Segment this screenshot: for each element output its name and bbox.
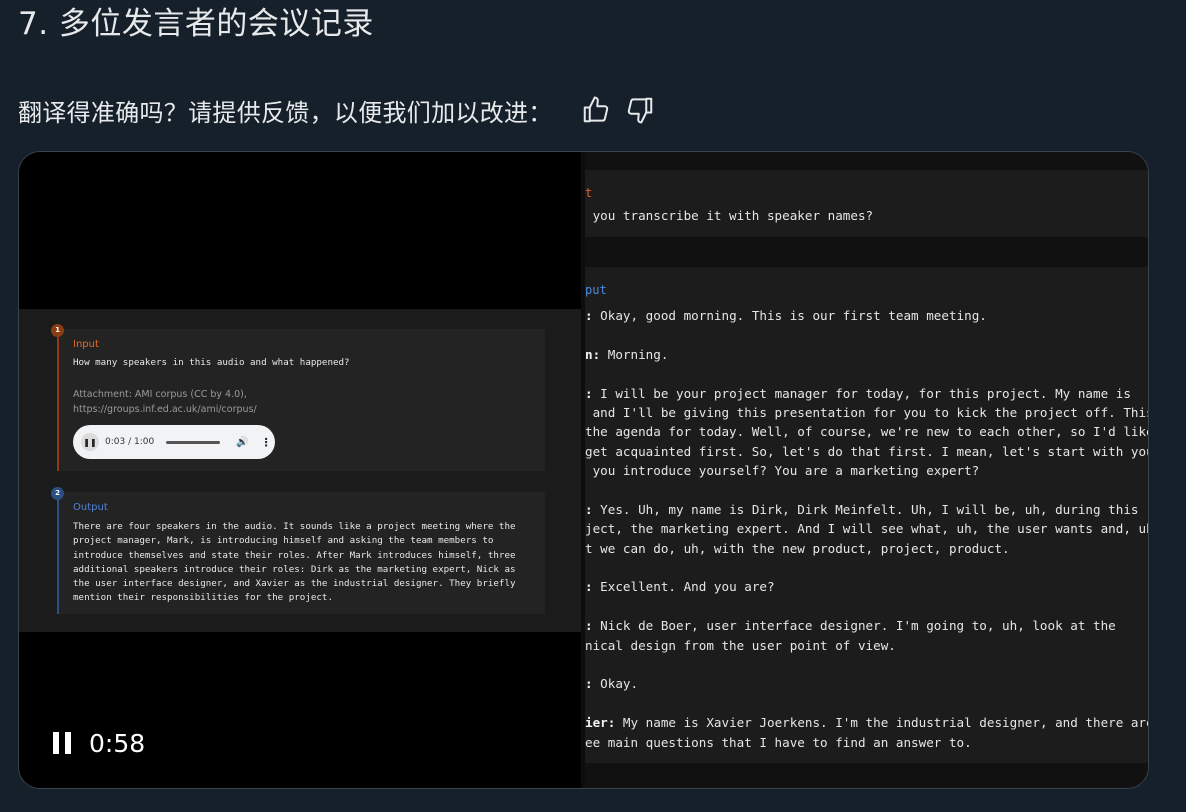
transcript-line: : Excellent. And you are? <box>585 577 1148 596</box>
transcript-output-label: put <box>585 283 607 297</box>
video-right-pane: t you transcribe it with speaker names? … <box>585 152 1149 788</box>
transcript-line <box>585 694 1148 713</box>
transcript-line <box>585 481 1148 500</box>
transcript-line <box>585 655 1148 674</box>
transcript-line: n: Morning. <box>585 345 1148 364</box>
speaker-label: ier: <box>585 715 616 731</box>
feedback-prompt: 翻译得准确吗？请提供反馈，以便我们加以改进： <box>18 98 553 127</box>
input-question: How many speakers in this audio and what… <box>73 357 350 368</box>
transcript-line: get acquainted first. So, let's do that … <box>585 442 1149 461</box>
video-left-pane: 1 Input How many speakers in this audio … <box>19 152 583 788</box>
transcript-lines: : Okay, good morning. This is our first … <box>585 306 1149 752</box>
section-title: 7. 多位发言者的会议记录 <box>18 6 374 42</box>
transcript-line: ject, the marketing expert. And I will s… <box>585 519 1149 538</box>
transcript-line: ier: My name is Xavier Joerkens. I'm the… <box>585 713 1149 732</box>
video-controls: 0:58 <box>53 726 145 760</box>
transcript-line: you introduce yourself? You are a market… <box>585 461 1148 480</box>
transcript-line: and I'll be giving this presentation for… <box>585 403 1149 422</box>
input-block: 1 Input How many speakers in this audio … <box>51 324 545 471</box>
transcript-text: the agenda for today. Well, of course, w… <box>585 424 1149 440</box>
output-label: Output <box>73 502 108 513</box>
transcript-text: t we can do, uh, with the new product, p… <box>585 540 1010 556</box>
output-badge: 2 <box>51 487 64 500</box>
speaker-label: : <box>585 308 593 323</box>
more-options-icon: ⋮ <box>260 435 272 449</box>
transcript-input-text: you transcribe it with speaker names? <box>585 208 874 223</box>
audio-time: 0:03 / 1:00 <box>105 437 155 447</box>
speaker-label: : <box>585 676 593 692</box>
speaker-label: : <box>585 579 593 595</box>
transcript-line: nical design from the user point of view… <box>585 636 1148 655</box>
thumbs-up-icon[interactable] <box>579 93 613 127</box>
transcript-text: and I'll be giving this presentation for… <box>585 404 1149 420</box>
transcript-text: Nick de Boer, user interface designer. I… <box>592 618 1116 634</box>
transcript-line: : Yes. Uh, my name is Dirk, Dirk Meinfel… <box>585 500 1148 519</box>
transcript-line: t we can do, uh, with the new product, p… <box>585 539 1148 558</box>
transcript-line: : Okay. <box>585 674 1148 693</box>
pause-icon[interactable] <box>53 732 71 754</box>
video-time: 0:58 <box>89 728 146 758</box>
speaker-label: : <box>585 501 593 517</box>
transcript-text: ject, the marketing expert. And I will s… <box>585 521 1149 537</box>
transcript-line <box>585 364 1148 383</box>
speaker-label: : <box>585 618 593 634</box>
transcript-line: the agenda for today. Well, of course, w… <box>585 422 1149 441</box>
transcript-line: : I will be your project manager for tod… <box>585 384 1148 403</box>
transcript-line: : Okay, good morning. This is our first … <box>585 306 1148 325</box>
transcript-text: Morning. <box>600 346 669 362</box>
feedback-row: 翻译得准确吗？请提供反馈，以便我们加以改进： <box>18 92 657 128</box>
transcript-text: Okay, good morning. This is our first te… <box>592 308 987 323</box>
transcript-text: Okay. <box>592 676 639 692</box>
transcript-line: ee main questions that I have to find an… <box>585 733 1148 752</box>
thumbs-down-icon[interactable] <box>623 93 657 127</box>
transcript-input-label: t <box>585 186 593 200</box>
transcript-text: nical design from the user point of view… <box>585 637 896 653</box>
transcript-input-block: t you transcribe it with speaker names? <box>585 170 1148 237</box>
speaker-label: : <box>585 385 593 401</box>
transcript-text: Yes. Uh, my name is Dirk, Dirk Meinfelt.… <box>592 501 1139 517</box>
output-block: 2 Output There are four speakers in the … <box>51 487 545 614</box>
transcript-text: you introduce yourself? You are a market… <box>585 463 980 479</box>
transcript-text: My name is Xavier Joerkens. I'm the indu… <box>615 715 1149 731</box>
transcript-text: ee main questions that I have to find an… <box>585 734 972 750</box>
attachment-text: Attachment: AMI corpus (CC by 4.0), http… <box>73 389 257 415</box>
transcript-output-block: put : Okay, good morning. This is our fi… <box>585 267 1149 763</box>
audio-pause-icon: ❚❚ <box>81 433 99 451</box>
transcript-text: I will be your project manager for today… <box>592 385 1131 401</box>
transcript-line <box>585 558 1148 577</box>
speaker-label: n: <box>585 346 601 362</box>
video-player[interactable]: 1 Input How many speakers in this audio … <box>18 151 1149 789</box>
transcript-line: : Nick de Boer, user interface designer.… <box>585 616 1148 635</box>
transcript-line <box>585 597 1148 616</box>
output-text: There are four speakers in the audio. It… <box>73 521 516 604</box>
transcript-text: Excellent. And you are? <box>592 579 775 595</box>
input-label: Input <box>73 339 99 350</box>
audio-player: ❚❚ 0:03 / 1:00 🔊 ⋮ <box>73 425 275 459</box>
transcript-line <box>585 325 1148 344</box>
volume-icon: 🔊 <box>236 436 249 448</box>
transcript-text: get acquainted first. So, let's do that … <box>585 443 1149 459</box>
input-badge: 1 <box>51 324 64 337</box>
audio-progress-track <box>166 440 221 444</box>
